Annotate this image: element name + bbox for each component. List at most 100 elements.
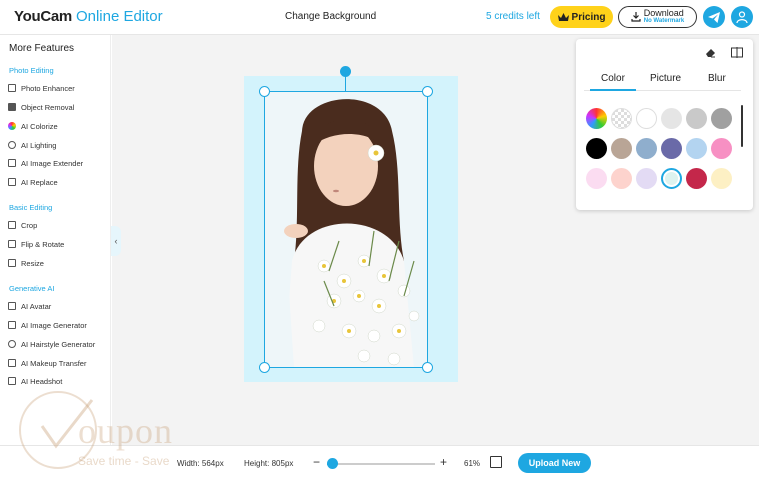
color-swatch[interactable] [636, 168, 657, 189]
telegram-button[interactable] [703, 6, 725, 28]
compare-icon[interactable] [731, 47, 743, 58]
resize-handle-top-left[interactable] [259, 86, 270, 97]
top-bar: YouCam Online Editor Change Background 5 … [0, 0, 759, 35]
sidebar-item-ai-image-extender[interactable]: AI Image Extender [8, 156, 83, 170]
color-swatch[interactable] [611, 138, 632, 159]
bottom-bar: Width: 564px Height: 805px − + 61% Uploa… [0, 445, 759, 480]
light-icon [8, 141, 16, 149]
credits-label[interactable]: 5 credits left [486, 11, 540, 22]
transparent-swatch[interactable] [611, 108, 632, 129]
crop-icon [8, 221, 16, 229]
tab-blur[interactable]: Blur [708, 73, 726, 84]
eraser-icon [8, 103, 16, 111]
pricing-label: Pricing [571, 11, 606, 23]
color-swatch[interactable] [636, 138, 657, 159]
height-value: 805px [271, 459, 294, 468]
zoom-slider-track[interactable] [327, 463, 435, 465]
sidebar-item-ai-colorize[interactable]: AI Colorize [8, 119, 58, 133]
page-title: Change Background [285, 11, 377, 22]
headshot-icon [8, 377, 16, 385]
sidebar-item-resize[interactable]: Resize [8, 256, 44, 270]
hairstyle-icon [8, 340, 16, 348]
upload-new-button[interactable]: Upload New [518, 453, 591, 473]
color-picker-swatch[interactable] [586, 108, 607, 129]
fit-screen-icon[interactable] [490, 456, 502, 468]
sidebar-item-ai-hairstyle-generator[interactable]: AI Hairstyle Generator [8, 337, 95, 351]
color-swatch[interactable] [611, 168, 632, 189]
panel-scrollbar[interactable] [741, 105, 743, 147]
color-swatch[interactable] [686, 168, 707, 189]
section-generative-ai: Generative AI [9, 284, 55, 293]
color-swatch[interactable] [586, 168, 607, 189]
logo[interactable]: YouCam Online Editor [14, 8, 163, 25]
sidebar-item-label: Photo Enhancer [21, 83, 75, 93]
zoom-slider-knob[interactable] [327, 458, 339, 469]
section-photo-editing: Photo Editing [9, 66, 54, 75]
sidebar-item-crop[interactable]: Crop [8, 218, 37, 232]
tab-picture[interactable]: Picture [650, 73, 681, 84]
sidebar-item-label: AI Lighting [21, 140, 57, 150]
collapse-chevron-icon: ‹ [114, 236, 118, 246]
user-icon [736, 11, 748, 23]
sidebar-item-label: AI Hairstyle Generator [21, 339, 96, 349]
width-label: Width: [177, 459, 200, 468]
tab-color[interactable]: Color [601, 73, 625, 84]
sidebar-collapse-button[interactable]: ‹ [111, 226, 121, 256]
rotate-handle[interactable] [340, 66, 351, 77]
sidebar-item-ai-image-generator[interactable]: AI Image Generator [8, 318, 87, 332]
image-generator-icon [8, 321, 16, 329]
sidebar-heading: More Features [9, 43, 75, 54]
color-swatch[interactable] [636, 108, 657, 129]
color-wheel-icon [8, 122, 16, 130]
sidebar-item-photo-enhancer[interactable]: Photo Enhancer [8, 81, 75, 95]
section-basic-editing: Basic Editing [9, 203, 53, 212]
zoom-in-button[interactable]: + [440, 455, 447, 469]
width-readout: Width: 564px [177, 459, 224, 468]
makeup-icon [8, 359, 16, 367]
pricing-button[interactable]: Pricing [550, 6, 613, 28]
eraser-icon[interactable] [705, 47, 716, 58]
sidebar-item-label: Flip & Rotate [21, 239, 65, 249]
sidebar-item-ai-replace[interactable]: AI Replace [8, 175, 58, 189]
user-button[interactable] [731, 6, 753, 28]
sidebar-item-label: AI Headshot [21, 376, 63, 386]
color-swatch[interactable] [711, 108, 732, 129]
sidebar-item-ai-headshot[interactable]: AI Headshot [8, 374, 62, 388]
selection-box[interactable] [264, 91, 428, 368]
color-swatch[interactable] [661, 138, 682, 159]
zoom-out-button[interactable]: − [313, 455, 320, 469]
sidebar-item-ai-avatar[interactable]: AI Avatar [8, 299, 51, 313]
download-label: Download [643, 8, 684, 18]
sidebar-item-label: AI Image Generator [21, 320, 87, 330]
color-swatch[interactable] [686, 138, 707, 159]
resize-handle-top-right[interactable] [422, 86, 433, 97]
color-swatch[interactable] [661, 168, 682, 189]
sidebar-item-label: Crop [21, 220, 38, 230]
download-button[interactable]: Download No Watermark [618, 6, 697, 28]
resize-handle-bottom-left[interactable] [259, 362, 270, 373]
height-readout: Height: 805px [244, 459, 293, 468]
color-swatch[interactable] [686, 108, 707, 129]
sidebar-item-label: Resize [21, 258, 44, 268]
logo-sub: Online Editor [75, 8, 163, 25]
logo-brand: YouCam [14, 8, 72, 25]
color-swatch[interactable] [586, 138, 607, 159]
active-tab-indicator [590, 89, 636, 91]
color-swatch[interactable] [711, 138, 732, 159]
background-panel: Color Picture Blur [576, 39, 753, 210]
avatar-icon [8, 302, 16, 310]
feature-sidebar: More Features Photo Editing Photo Enhanc… [0, 35, 111, 445]
sidebar-item-label: Object Removal [21, 102, 75, 112]
download-icon [631, 12, 641, 22]
resize-handle-bottom-right[interactable] [422, 362, 433, 373]
sidebar-item-ai-makeup-transfer[interactable]: AI Makeup Transfer [8, 356, 86, 370]
sidebar-item-object-removal[interactable]: Object Removal [8, 100, 74, 114]
width-value: 564px [201, 459, 224, 468]
resize-icon [8, 259, 16, 267]
sidebar-item-ai-lighting[interactable]: AI Lighting [8, 138, 56, 152]
flip-icon [8, 240, 16, 248]
color-swatch[interactable] [711, 168, 732, 189]
color-swatch[interactable] [661, 108, 682, 129]
download-sub-label: No Watermark [643, 18, 685, 24]
sidebar-item-flip-rotate[interactable]: Flip & Rotate [8, 237, 64, 251]
